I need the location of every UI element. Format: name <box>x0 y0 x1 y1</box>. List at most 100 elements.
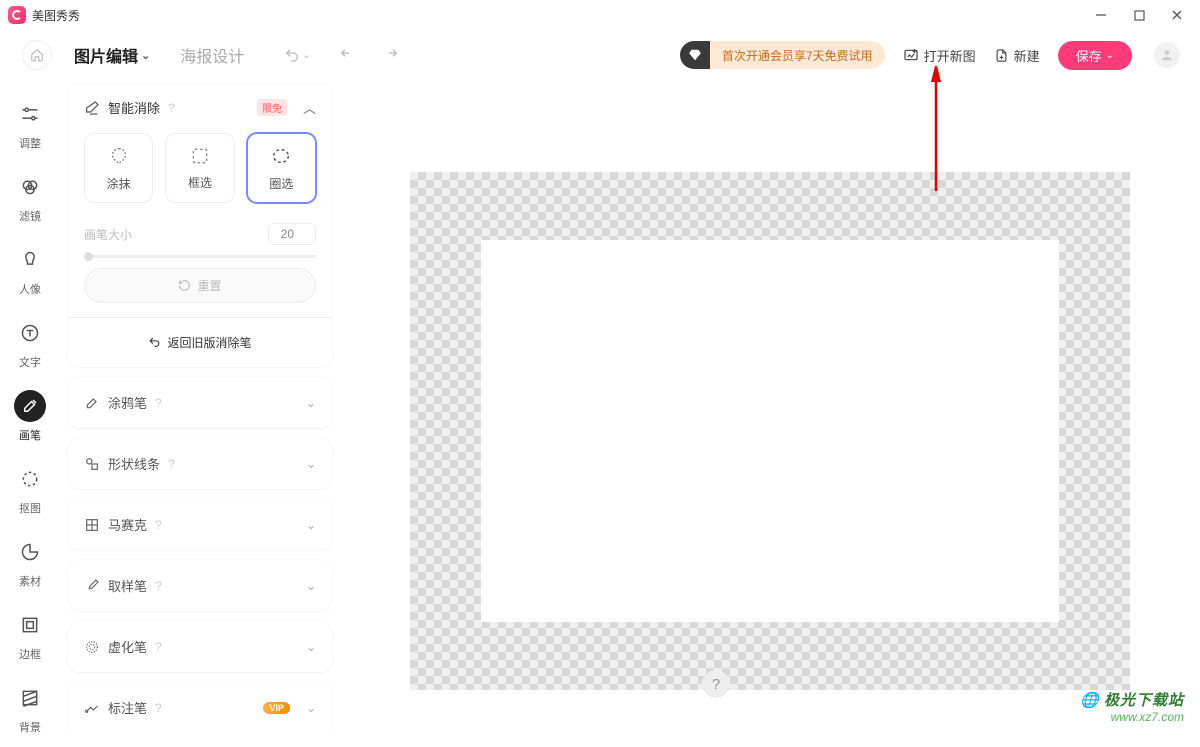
app-logo-icon <box>8 6 26 24</box>
rail-cutout[interactable]: 抠图 <box>7 455 53 528</box>
new-button[interactable]: 新建 <box>994 46 1040 65</box>
open-image-label: 打开新图 <box>924 46 976 65</box>
back-old-erase[interactable]: 返回旧版消除笔 <box>68 318 332 367</box>
help-icon[interactable]: ? <box>155 640 162 654</box>
help-icon[interactable]: ? <box>155 701 162 715</box>
help-icon[interactable]: ? <box>168 457 175 471</box>
smart-erase-header[interactable]: 智能消除 ? 限免 ︿ <box>68 84 332 131</box>
acc-mosaic[interactable]: 马赛克 ? ⌄ <box>68 499 332 550</box>
side-panel: 智能消除 ? 限免 ︿ 涂抹 框选 圈选 <box>60 80 340 730</box>
help-icon[interactable]: ? <box>155 396 162 410</box>
vip-promo[interactable]: 首次开通会员享7天免费试用 <box>680 41 885 69</box>
vip-badge: VIP <box>263 702 290 714</box>
brush-size-row: 画笔大小 <box>68 209 332 249</box>
chevron-down-icon: ⌄ <box>1106 50 1114 61</box>
maximize-button[interactable] <box>1132 8 1146 22</box>
home-button[interactable] <box>22 40 52 70</box>
brush-size-slider[interactable] <box>84 255 316 258</box>
chevron-down-icon: ⌄ <box>306 518 316 532</box>
new-label: 新建 <box>1014 46 1040 65</box>
pencil-icon <box>84 395 100 411</box>
acc-annotate-label: 标注笔 <box>108 698 147 717</box>
chevron-down-icon: ⌄ <box>141 49 150 62</box>
blur-icon <box>84 639 100 655</box>
rail-portrait[interactable]: 人像 <box>7 236 53 309</box>
help-icon[interactable]: ? <box>155 518 162 532</box>
minimize-button[interactable] <box>1094 8 1108 22</box>
chevron-down-icon: ⌄ <box>306 640 316 654</box>
main-toolbar: 图片编辑 ⌄ 海报设计 ⌄ 首次开通会员享7天免费试用 打开新图 新建 <box>0 30 1200 80</box>
acc-mosaic-label: 马赛克 <box>108 515 147 534</box>
tool-brush[interactable]: 涂抹 <box>84 133 153 203</box>
rail-material-label: 素材 <box>19 573 41 589</box>
help-fab[interactable]: ? <box>702 670 730 698</box>
brush-shape-icon <box>108 145 130 167</box>
undo-with-dropdown[interactable]: ⌄ <box>284 47 310 63</box>
toolbar-right: 首次开通会员享7天免费试用 打开新图 新建 保存 ⌄ <box>680 41 1180 70</box>
rail-brush[interactable]: 画笔 <box>7 382 53 455</box>
vip-promo-text: 首次开通会员享7天免费试用 <box>710 41 885 69</box>
rail-adjust-label: 调整 <box>19 135 41 151</box>
mode-poster-label: 海报设计 <box>180 43 244 67</box>
rail-filter-label: 滤镜 <box>19 208 41 224</box>
mode-image-edit[interactable]: 图片编辑 ⌄ <box>74 43 150 67</box>
sliders-icon <box>14 98 46 130</box>
acc-doodle[interactable]: 涂鸦笔 ? ⌄ <box>68 377 332 428</box>
return-icon <box>148 336 161 349</box>
brush-size-input[interactable] <box>268 223 316 245</box>
brush-size-label: 画笔大小 <box>84 226 132 243</box>
help-icon[interactable]: ? <box>155 579 162 593</box>
left-rail: 调整 滤镜 人像 文字 画笔 抠图 素材 边框 背景 <box>0 80 60 730</box>
rail-filter[interactable]: 滤镜 <box>7 163 53 236</box>
acc-blur-label: 虚化笔 <box>108 637 147 656</box>
lasso-icon <box>270 145 292 167</box>
history-controls: ⌄ <box>284 47 398 63</box>
rect-select-icon <box>190 146 210 166</box>
rail-background[interactable]: 背景 <box>7 674 53 747</box>
redo-button[interactable] <box>383 47 399 63</box>
canvas-content[interactable] <box>481 240 1059 622</box>
undo-button[interactable] <box>339 47 355 63</box>
annotate-icon <box>84 700 100 716</box>
acc-shape-label: 形状线条 <box>108 454 160 473</box>
reset-icon <box>178 279 191 292</box>
tool-lasso[interactable]: 圈选 <box>247 133 316 203</box>
acc-blur[interactable]: 虚化笔 ? ⌄ <box>68 621 332 672</box>
open-image-button[interactable]: 打开新图 <box>903 46 976 65</box>
chevron-down-icon: ⌄ <box>306 457 316 471</box>
acc-doodle-label: 涂鸦笔 <box>108 393 147 412</box>
mode-image-edit-label: 图片编辑 <box>74 43 138 67</box>
app-name: 美图秀秀 <box>32 7 80 24</box>
rail-frame[interactable]: 边框 <box>7 601 53 674</box>
tool-brush-label: 涂抹 <box>107 175 131 192</box>
brush-icon <box>14 390 46 422</box>
free-badge: 限免 <box>257 99 287 116</box>
title-bar: 美图秀秀 <box>0 0 1200 30</box>
rail-material[interactable]: 素材 <box>7 528 53 601</box>
acc-annotate[interactable]: 标注笔 ? VIP ⌄ <box>68 682 332 730</box>
account-button[interactable] <box>1154 42 1180 68</box>
close-button[interactable] <box>1170 8 1184 22</box>
reset-label: 重置 <box>197 277 221 294</box>
rail-text[interactable]: 文字 <box>7 309 53 382</box>
open-image-icon <box>903 47 919 63</box>
filter-icon <box>14 171 46 203</box>
acc-sampler[interactable]: 取样笔 ?⌄ <box>68 560 332 611</box>
chevron-up-icon[interactable]: ︿ <box>303 98 316 117</box>
material-icon <box>14 536 46 568</box>
mode-poster-design[interactable]: 海报设计 <box>180 43 244 67</box>
reset-button[interactable]: 重置 <box>84 268 316 303</box>
rail-portrait-label: 人像 <box>19 281 41 297</box>
rail-adjust[interactable]: 调整 <box>7 90 53 163</box>
help-icon[interactable]: ? <box>168 101 175 115</box>
mosaic-icon <box>84 517 100 533</box>
portrait-icon <box>14 244 46 276</box>
smart-erase-title: 智能消除 <box>108 98 160 117</box>
save-label: 保存 <box>1076 46 1102 65</box>
shapes-icon <box>84 456 100 472</box>
save-button[interactable]: 保存 ⌄ <box>1058 41 1132 70</box>
chevron-down-icon: ⌄ <box>306 396 316 410</box>
tool-rect[interactable]: 框选 <box>165 133 234 203</box>
acc-shape[interactable]: 形状线条 ? ⌄ <box>68 438 332 489</box>
rail-brush-label: 画笔 <box>19 427 41 443</box>
